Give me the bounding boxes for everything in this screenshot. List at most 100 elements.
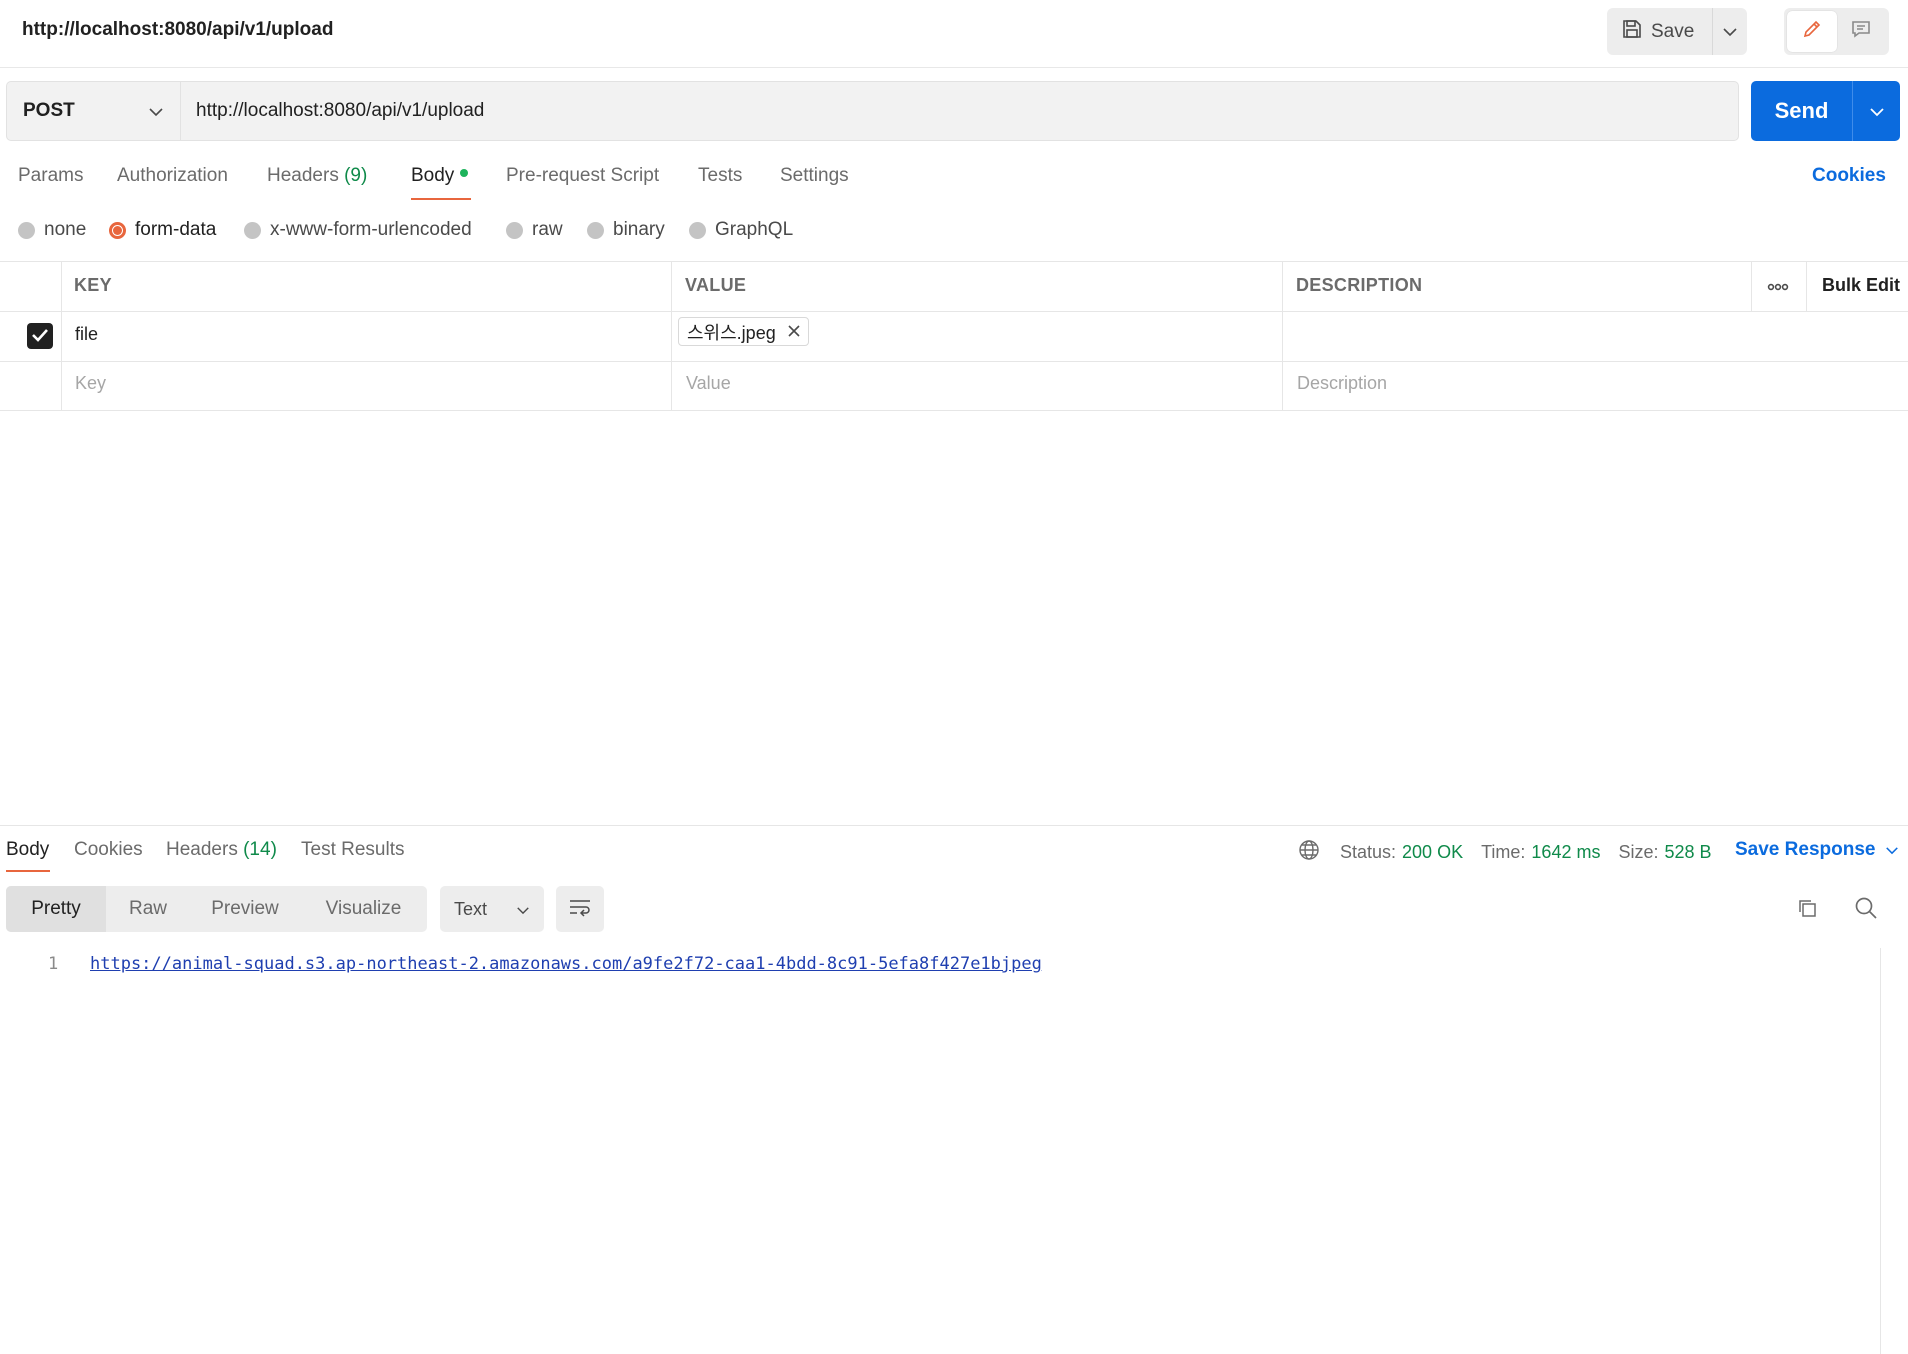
response-tab-test-results[interactable]: Test Results [301,839,404,861]
response-tab-headers[interactable]: Headers (14) [166,839,277,861]
body-type-urlencoded[interactable]: x-www-form-urlencoded [244,219,472,241]
comment-icon [1850,18,1872,45]
status-label: Status: [1340,842,1397,862]
globe-icon[interactable] [1298,839,1320,866]
send-button-group: Send [1751,81,1900,141]
active-response-tab-indicator [6,870,50,872]
body-type-binary-label: binary [613,219,665,240]
response-url-link[interactable]: https://animal-squad.s3.ap-northeast-2.a… [90,954,1042,974]
new-value-input[interactable]: Value [686,373,731,394]
tab-tests[interactable]: Tests [698,165,742,187]
column-header-value: VALUE [685,275,747,295]
body-type-graphql[interactable]: GraphQL [689,219,793,241]
new-key-input[interactable]: Key [75,373,106,394]
chevron-down-icon [1885,839,1899,861]
view-pretty-button[interactable]: Pretty [6,886,106,932]
tab-headers-count: (9) [344,165,368,186]
new-description-input[interactable]: Description [1297,373,1387,394]
body-type-binary[interactable]: binary [587,219,665,241]
tab-body-label: Body [411,165,455,186]
close-icon[interactable] [788,321,800,342]
wrap-lines-button[interactable] [556,886,604,932]
more-options-button[interactable] [1766,273,1790,297]
method-value: POST [23,100,75,121]
search-button[interactable] [1851,895,1881,925]
response-tab-body[interactable]: Body [6,839,49,861]
body-type-form-data-label: form-data [135,219,217,240]
status-value[interactable]: 200 OK [1402,842,1463,863]
response-divider[interactable] [0,825,1908,826]
time-value[interactable]: 1642 ms [1531,842,1600,863]
body-type-none-label: none [44,219,87,240]
body-type-urlencoded-label: x-www-form-urlencoded [270,219,472,240]
radio-graphql[interactable] [689,221,706,239]
save-label: Save [1651,20,1695,42]
size-value[interactable]: 528 B [1665,842,1712,863]
body-type-none[interactable]: none [18,219,86,241]
row-enabled-checkbox[interactable] [27,323,53,349]
cookies-link[interactable]: Cookies [1812,165,1886,187]
comments-mode-button[interactable] [1837,11,1887,52]
radio-form-data[interactable] [109,221,126,239]
save-options-button[interactable] [1712,8,1747,55]
edit-mode-toggle [1784,8,1889,55]
more-horizontal-icon [1767,275,1789,296]
view-raw-button[interactable]: Raw [106,886,190,932]
edit-mode-button[interactable] [1787,11,1837,52]
tab-authorization[interactable]: Authorization [117,165,228,187]
body-type-raw-label: raw [532,219,563,240]
response-scrollbar[interactable] [1880,948,1908,1354]
view-preview-button[interactable]: Preview [190,886,300,932]
method-select[interactable]: POST [6,81,180,141]
view-visualize-button[interactable]: Visualize [300,886,427,932]
file-chip: 스위스.jpeg [678,317,809,346]
file-chip-name: 스위스.jpeg [687,322,776,343]
column-header-key: KEY [74,275,112,295]
copy-button[interactable] [1792,895,1822,925]
chevron-down-icon [1722,21,1738,42]
radio-raw[interactable] [506,221,523,239]
response-tab-headers-count: (14) [243,839,277,860]
response-body-viewer[interactable]: 1 https://animal-squad.s3.ap-northeast-2… [0,945,1880,1354]
url-input[interactable] [180,81,1739,141]
column-header-description: DESCRIPTION [1296,275,1423,295]
save-icon [1621,18,1643,46]
send-options-button[interactable] [1852,81,1900,141]
tab-headers-label: Headers [267,165,339,186]
search-icon [1854,896,1878,925]
active-tab-indicator [411,198,471,200]
chevron-down-icon [148,101,164,122]
checkmark-icon [31,326,49,347]
tab-headers[interactable]: Headers (9) [267,165,367,187]
radio-urlencoded[interactable] [244,221,261,239]
chevron-down-icon [516,899,530,920]
wrap-lines-icon [568,897,592,922]
body-type-raw[interactable]: raw [506,219,563,241]
radio-none[interactable] [18,221,35,239]
response-status-bar: Status: 200 OK Time: 1642 ms Size: 528 B [1298,839,1730,866]
tab-params[interactable]: Params [18,165,83,187]
copy-icon [1796,897,1818,924]
size-label: Size: [1618,842,1659,862]
send-button[interactable]: Send [1751,81,1852,141]
chevron-down-icon [1869,101,1885,122]
save-button-group: Save [1607,8,1747,55]
body-type-form-data[interactable]: form-data [109,219,216,241]
save-button[interactable]: Save [1607,8,1712,55]
row-key-cell[interactable]: file [75,324,98,345]
save-response-button[interactable]: Save Response [1735,839,1899,861]
response-view-toggle: Pretty Raw Preview Visualize [6,886,427,932]
request-title[interactable]: http://localhost:8080/api/v1/upload [22,19,333,41]
body-modified-indicator [460,169,469,177]
pencil-icon [1801,18,1823,45]
tab-body[interactable]: Body [411,165,469,187]
tab-pre-request-script[interactable]: Pre-request Script [506,165,659,187]
radio-binary[interactable] [587,221,604,239]
tab-settings[interactable]: Settings [780,165,849,187]
bulk-edit-button[interactable]: Bulk Edit [1822,275,1900,296]
line-number: 1 [48,954,59,974]
form-data-table: KEY VALUE DESCRIPTION Bulk Edit file 스위스… [0,261,1908,411]
time-label: Time: [1481,842,1526,862]
response-tab-cookies[interactable]: Cookies [74,839,143,861]
response-format-select[interactable]: Text [440,886,544,932]
